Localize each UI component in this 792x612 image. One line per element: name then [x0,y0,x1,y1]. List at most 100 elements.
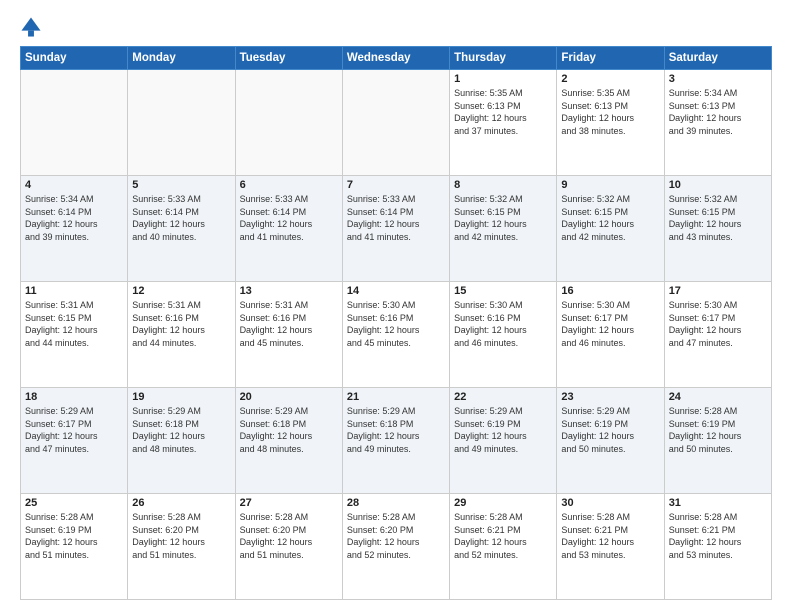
day-cell [128,70,235,176]
day-info: Sunrise: 5:28 AMSunset: 6:21 PMDaylight:… [454,511,552,561]
day-cell: 9 Sunrise: 5:32 AMSunset: 6:15 PMDaylight… [557,176,664,282]
day-info: Sunrise: 5:28 AMSunset: 6:20 PMDaylight:… [240,511,338,561]
day-number: 26 [132,497,230,509]
day-cell [235,70,342,176]
weekday-header-saturday: Saturday [664,47,771,70]
day-number: 1 [454,73,552,85]
day-number: 18 [25,391,123,403]
day-number: 31 [669,497,767,509]
day-cell: 19 Sunrise: 5:29 AMSunset: 6:18 PMDayligh… [128,388,235,494]
day-info: Sunrise: 5:28 AMSunset: 6:19 PMDaylight:… [669,405,767,455]
day-info: Sunrise: 5:28 AMSunset: 6:20 PMDaylight:… [132,511,230,561]
day-number: 29 [454,497,552,509]
day-info: Sunrise: 5:28 AMSunset: 6:21 PMDaylight:… [669,511,767,561]
weekday-header-sunday: Sunday [21,47,128,70]
day-number: 5 [132,179,230,191]
day-info: Sunrise: 5:30 AMSunset: 6:17 PMDaylight:… [669,299,767,349]
day-cell: 26 Sunrise: 5:28 AMSunset: 6:20 PMDayligh… [128,494,235,600]
day-cell: 10 Sunrise: 5:32 AMSunset: 6:15 PMDayligh… [664,176,771,282]
day-cell [21,70,128,176]
day-number: 30 [561,497,659,509]
day-number: 19 [132,391,230,403]
day-info: Sunrise: 5:29 AMSunset: 6:19 PMDaylight:… [454,405,552,455]
day-cell: 13Sunrise: 5:31 AMSunset: 6:16 PMDayligh… [235,282,342,388]
day-number: 4 [25,179,123,191]
day-info: Sunrise: 5:34 AMSunset: 6:14 PMDaylight:… [25,193,123,243]
day-info: Sunrise: 5:29 AMSunset: 6:19 PMDaylight:… [561,405,659,455]
logo-icon [20,16,42,38]
week-row-2: 4 Sunrise: 5:34 AMSunset: 6:14 PMDaylight… [21,176,772,282]
day-cell: 4 Sunrise: 5:34 AMSunset: 6:14 PMDaylight… [21,176,128,282]
day-number: 23 [561,391,659,403]
day-cell: 22 Sunrise: 5:29 AMSunset: 6:19 PMDayligh… [450,388,557,494]
week-row-4: 18 Sunrise: 5:29 AMSunset: 6:17 PMDayligh… [21,388,772,494]
day-number: 11 [25,285,123,297]
day-number: 27 [240,497,338,509]
day-number: 2 [561,73,659,85]
day-cell: 27 Sunrise: 5:28 AMSunset: 6:20 PMDayligh… [235,494,342,600]
day-cell: 17 Sunrise: 5:30 AMSunset: 6:17 PMDayligh… [664,282,771,388]
page: SundayMondayTuesdayWednesdayThursdayFrid… [0,0,792,612]
day-info: Sunrise: 5:30 AMSunset: 6:16 PMDaylight:… [347,299,445,349]
day-info: Sunrise: 5:35 AMSunset: 6:13 PMDaylight:… [561,87,659,137]
header [20,18,772,38]
day-number: 25 [25,497,123,509]
weekday-header-wednesday: Wednesday [342,47,449,70]
day-info: Sunrise: 5:34 AMSunset: 6:13 PMDaylight:… [669,87,767,137]
day-cell: 31 Sunrise: 5:28 AMSunset: 6:21 PMDayligh… [664,494,771,600]
day-number: 17 [669,285,767,297]
day-number: 3 [669,73,767,85]
day-number: 20 [240,391,338,403]
day-cell: 8Sunrise: 5:32 AMSunset: 6:15 PMDaylight… [450,176,557,282]
day-number: 15 [454,285,552,297]
day-number: 24 [669,391,767,403]
day-cell [342,70,449,176]
day-cell: 18 Sunrise: 5:29 AMSunset: 6:17 PMDayligh… [21,388,128,494]
day-info: Sunrise: 5:30 AMSunset: 6:17 PMDaylight:… [561,299,659,349]
day-number: 10 [669,179,767,191]
day-number: 22 [454,391,552,403]
day-info: Sunrise: 5:33 AMSunset: 6:14 PMDaylight:… [132,193,230,243]
weekday-header-row: SundayMondayTuesdayWednesdayThursdayFrid… [21,47,772,70]
day-info: Sunrise: 5:29 AMSunset: 6:18 PMDaylight:… [240,405,338,455]
day-cell: 29 Sunrise: 5:28 AMSunset: 6:21 PMDayligh… [450,494,557,600]
week-row-3: 11 Sunrise: 5:31 AMSunset: 6:15 PMDayligh… [21,282,772,388]
day-cell: 5 Sunrise: 5:33 AMSunset: 6:14 PMDaylight… [128,176,235,282]
day-cell: 15 Sunrise: 5:30 AMSunset: 6:16 PMDayligh… [450,282,557,388]
day-info: Sunrise: 5:29 AMSunset: 6:17 PMDaylight:… [25,405,123,455]
day-cell: 6Sunrise: 5:33 AMSunset: 6:14 PMDaylight… [235,176,342,282]
day-info: Sunrise: 5:30 AMSunset: 6:16 PMDaylight:… [454,299,552,349]
day-cell: 28Sunrise: 5:28 AMSunset: 6:20 PMDayligh… [342,494,449,600]
weekday-header-thursday: Thursday [450,47,557,70]
day-number: 7 [347,179,445,191]
day-cell: 16Sunrise: 5:30 AMSunset: 6:17 PMDayligh… [557,282,664,388]
day-number: 13 [240,285,338,297]
day-cell: 21 Sunrise: 5:29 AMSunset: 6:18 PMDayligh… [342,388,449,494]
day-number: 9 [561,179,659,191]
day-cell: 1 Sunrise: 5:35 AMSunset: 6:13 PMDaylight… [450,70,557,176]
day-cell: 7Sunrise: 5:33 AMSunset: 6:14 PMDaylight… [342,176,449,282]
day-cell: 11 Sunrise: 5:31 AMSunset: 6:15 PMDayligh… [21,282,128,388]
day-cell: 3 Sunrise: 5:34 AMSunset: 6:13 PMDaylight… [664,70,771,176]
day-number: 21 [347,391,445,403]
day-info: Sunrise: 5:31 AMSunset: 6:15 PMDaylight:… [25,299,123,349]
calendar-table: SundayMondayTuesdayWednesdayThursdayFrid… [20,46,772,600]
day-info: Sunrise: 5:32 AMSunset: 6:15 PMDaylight:… [454,193,552,243]
day-info: Sunrise: 5:28 AMSunset: 6:20 PMDaylight:… [347,511,445,561]
day-info: Sunrise: 5:29 AMSunset: 6:18 PMDaylight:… [132,405,230,455]
logo [20,18,46,38]
day-info: Sunrise: 5:29 AMSunset: 6:18 PMDaylight:… [347,405,445,455]
day-info: Sunrise: 5:32 AMSunset: 6:15 PMDaylight:… [561,193,659,243]
day-number: 12 [132,285,230,297]
day-info: Sunrise: 5:35 AMSunset: 6:13 PMDaylight:… [454,87,552,137]
day-cell: 2 Sunrise: 5:35 AMSunset: 6:13 PMDaylight… [557,70,664,176]
day-info: Sunrise: 5:28 AMSunset: 6:19 PMDaylight:… [25,511,123,561]
day-cell: 14 Sunrise: 5:30 AMSunset: 6:16 PMDayligh… [342,282,449,388]
day-cell: 24 Sunrise: 5:28 AMSunset: 6:19 PMDayligh… [664,388,771,494]
week-row-1: 1 Sunrise: 5:35 AMSunset: 6:13 PMDaylight… [21,70,772,176]
day-number: 14 [347,285,445,297]
day-info: Sunrise: 5:32 AMSunset: 6:15 PMDaylight:… [669,193,767,243]
day-cell: 12Sunrise: 5:31 AMSunset: 6:16 PMDayligh… [128,282,235,388]
day-cell: 20 Sunrise: 5:29 AMSunset: 6:18 PMDayligh… [235,388,342,494]
weekday-header-monday: Monday [128,47,235,70]
